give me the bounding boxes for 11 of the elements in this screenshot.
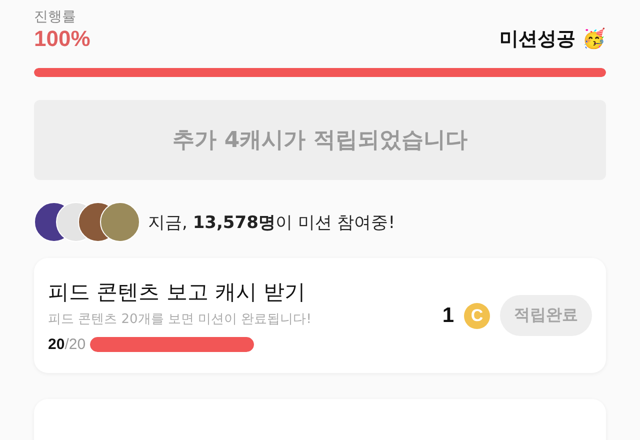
progress-label: 진행률 <box>34 8 77 26</box>
progress-value: 100% <box>34 26 90 52</box>
mission-count: 20/20 <box>48 336 86 353</box>
mission-description: 피드 콘텐츠 20개를 보면 미션이 완료됩니다! <box>48 311 312 328</box>
participants-text: 지금, 13,578명이 미션 참여중! <box>148 212 396 234</box>
avatar-photo <box>100 202 140 242</box>
status-text: 미션성공 🥳 <box>499 26 606 52</box>
mission-title: 피드 콘텐츠 보고 캐시 받기 <box>48 279 307 306</box>
reward-amount: 1 <box>442 304 454 328</box>
coin-icon: C <box>464 302 490 328</box>
reward-banner: 추가 4캐시가 적립되었습니다 <box>34 100 606 180</box>
